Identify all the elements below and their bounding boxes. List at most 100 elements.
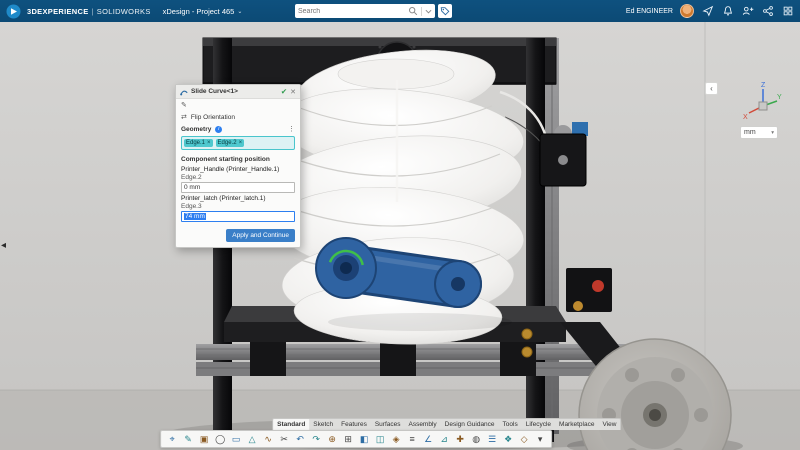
part-name-label: Printer_Handle (Printer_Handle.1) bbox=[181, 166, 295, 173]
tab-lifecycle[interactable]: Lifecycle bbox=[522, 419, 555, 430]
info-icon[interactable]: i bbox=[215, 126, 222, 133]
search-area bbox=[295, 4, 452, 18]
kebab-menu-icon[interactable]: ⋮ bbox=[288, 125, 295, 133]
edge-label: Edge.3 bbox=[181, 203, 295, 210]
sketch-tool-icon[interactable]: ✎ bbox=[181, 432, 195, 446]
boolean-union-icon[interactable]: ⊕ bbox=[325, 432, 339, 446]
mirror-tool-icon[interactable]: ◫ bbox=[373, 432, 387, 446]
tag-filter-button[interactable] bbox=[438, 4, 452, 18]
tab-assembly[interactable]: Assembly bbox=[404, 419, 440, 430]
slide-curve-panel: Slide Curve<1> ✔ ✕ ✎ ⇄ Flip Orientation … bbox=[175, 84, 301, 248]
panel-collapse-button[interactable]: ‹ bbox=[705, 82, 718, 95]
share-icon bbox=[762, 5, 774, 17]
tab-features[interactable]: Features bbox=[337, 419, 371, 430]
edit-icon[interactable]: ✎ bbox=[181, 101, 187, 109]
share-button[interactable] bbox=[761, 5, 774, 18]
edge-chip[interactable]: Edge.2 × bbox=[216, 139, 245, 147]
add-user-button[interactable] bbox=[741, 5, 754, 18]
viewport[interactable]: ◂ ‹ Z Y X mm ▾ Slide C bbox=[0, 22, 800, 450]
units-value: mm bbox=[744, 129, 756, 136]
notifications-button[interactable] bbox=[721, 5, 734, 18]
user-avatar[interactable] bbox=[680, 4, 694, 18]
shaded-view-icon[interactable]: ▣ bbox=[197, 432, 211, 446]
tab-design-guidance[interactable]: Design Guidance bbox=[441, 419, 499, 430]
section-view-icon[interactable]: ◧ bbox=[357, 432, 371, 446]
pattern-tool-icon[interactable]: ⊞ bbox=[341, 432, 355, 446]
bottom-toolbar: Standard Sketch Features Surfaces Assemb… bbox=[160, 418, 621, 448]
edge-chip[interactable]: Edge.1 × bbox=[184, 139, 213, 147]
tab-standard[interactable]: Standard bbox=[273, 419, 309, 430]
extruder[interactable] bbox=[566, 268, 612, 312]
close-icon[interactable]: ✕ bbox=[290, 88, 296, 96]
starting-position-label: Component starting position bbox=[181, 156, 295, 163]
feature-list-icon[interactable]: ≡ bbox=[405, 432, 419, 446]
geometry-label: Geometry bbox=[181, 126, 211, 133]
display-style-icon[interactable]: ◇ bbox=[517, 432, 531, 446]
select-tool-icon[interactable]: ⌖ bbox=[165, 432, 179, 446]
3dexperience-logo-icon[interactable] bbox=[6, 4, 21, 19]
chip-remove-icon[interactable]: × bbox=[239, 140, 243, 146]
chevron-down-icon: ⌄ bbox=[237, 8, 242, 15]
apply-and-continue-button[interactable]: Apply and Continue bbox=[226, 229, 295, 242]
edge2-distance-value: 0 mm bbox=[184, 184, 200, 191]
material-tool-icon[interactable]: ◈ bbox=[389, 432, 403, 446]
helical-part[interactable] bbox=[267, 40, 528, 348]
triangle-tool-icon[interactable]: △ bbox=[245, 432, 259, 446]
tab-view[interactable]: View bbox=[598, 419, 620, 430]
geometry-selection-box[interactable]: Edge.1 × Edge.2 × bbox=[181, 136, 295, 150]
measure-tool-icon[interactable]: ⊿ bbox=[437, 432, 451, 446]
angle-dimension-icon[interactable]: ∠ bbox=[421, 432, 435, 446]
apps-button[interactable] bbox=[781, 5, 794, 18]
3d-scene[interactable] bbox=[0, 22, 800, 450]
chip-label: Edge.1 bbox=[186, 140, 205, 146]
brand-name: 3DEXPERIENCE bbox=[27, 7, 89, 16]
orientation-triad[interactable]: Z Y X bbox=[740, 80, 782, 129]
project-title: xDesign - Project 465 bbox=[163, 7, 235, 16]
send-icon bbox=[702, 5, 714, 17]
panel-tools-row: ✎ bbox=[176, 99, 300, 111]
appearance-tool-icon[interactable]: ◍ bbox=[469, 432, 483, 446]
left-panel-toggle[interactable]: ◂ bbox=[1, 240, 6, 251]
add-feature-icon[interactable]: ✚ bbox=[453, 432, 467, 446]
panel-button-row: Apply and Continue bbox=[176, 227, 300, 247]
triad-y-label: Y bbox=[777, 94, 782, 101]
product-name: SOLIDWORKS bbox=[97, 7, 151, 16]
circle-tool-icon[interactable]: ◯ bbox=[213, 432, 227, 446]
tab-tools[interactable]: Tools bbox=[499, 419, 522, 430]
panel-title-bar: Slide Curve<1> ✔ ✕ bbox=[176, 85, 300, 99]
chip-label: Edge.2 bbox=[218, 140, 237, 146]
part-name-label: Printer_latch (Printer_latch.1) bbox=[181, 195, 295, 202]
global-search-input[interactable] bbox=[298, 8, 408, 15]
undo-icon[interactable]: ↶ bbox=[293, 432, 307, 446]
confirm-check-icon[interactable]: ✔ bbox=[281, 87, 287, 96]
rectangle-tool-icon[interactable]: ▭ bbox=[229, 432, 243, 446]
units-dropdown[interactable]: mm ▾ bbox=[740, 126, 778, 139]
search-caret-icon[interactable] bbox=[425, 8, 432, 15]
tab-sketch[interactable]: Sketch bbox=[309, 419, 337, 430]
search-icon[interactable] bbox=[408, 6, 418, 16]
starting-position-section: Component starting position Printer_Hand… bbox=[176, 153, 300, 227]
menu-icon[interactable]: ☰ bbox=[485, 432, 499, 446]
edge3-distance-input[interactable]: 74 mm bbox=[181, 211, 295, 222]
tab-surfaces[interactable]: Surfaces bbox=[371, 419, 405, 430]
tab-marketplace[interactable]: Marketplace bbox=[555, 419, 598, 430]
brand-separator: | bbox=[92, 7, 94, 16]
redo-icon[interactable]: ↷ bbox=[309, 432, 323, 446]
tag-icon bbox=[440, 6, 450, 16]
spline-tool-icon[interactable]: ∿ bbox=[261, 432, 275, 446]
send-button[interactable] bbox=[701, 5, 714, 18]
brand-title: 3DEXPERIENCE|SOLIDWORKS bbox=[27, 7, 151, 16]
toolbar-tabs: Standard Sketch Features Surfaces Assemb… bbox=[272, 418, 621, 430]
search-box[interactable] bbox=[295, 4, 435, 18]
triad-z-label: Z bbox=[761, 82, 766, 89]
apps-grid-icon bbox=[782, 5, 794, 17]
trim-tool-icon[interactable]: ✂ bbox=[277, 432, 291, 446]
chip-remove-icon[interactable]: × bbox=[207, 140, 211, 146]
edge2-distance-input[interactable]: 0 mm bbox=[181, 182, 295, 193]
top-bar-right: Ed ENGINEER bbox=[626, 0, 794, 22]
project-dropdown[interactable]: xDesign - Project 465 ⌄ bbox=[163, 7, 243, 16]
component-tool-icon[interactable]: ❖ bbox=[501, 432, 515, 446]
edge3-distance-value: 74 mm bbox=[184, 213, 206, 220]
flip-orientation-row[interactable]: ⇄ Flip Orientation bbox=[176, 111, 300, 123]
more-tools-icon[interactable]: ▾ bbox=[533, 432, 547, 446]
